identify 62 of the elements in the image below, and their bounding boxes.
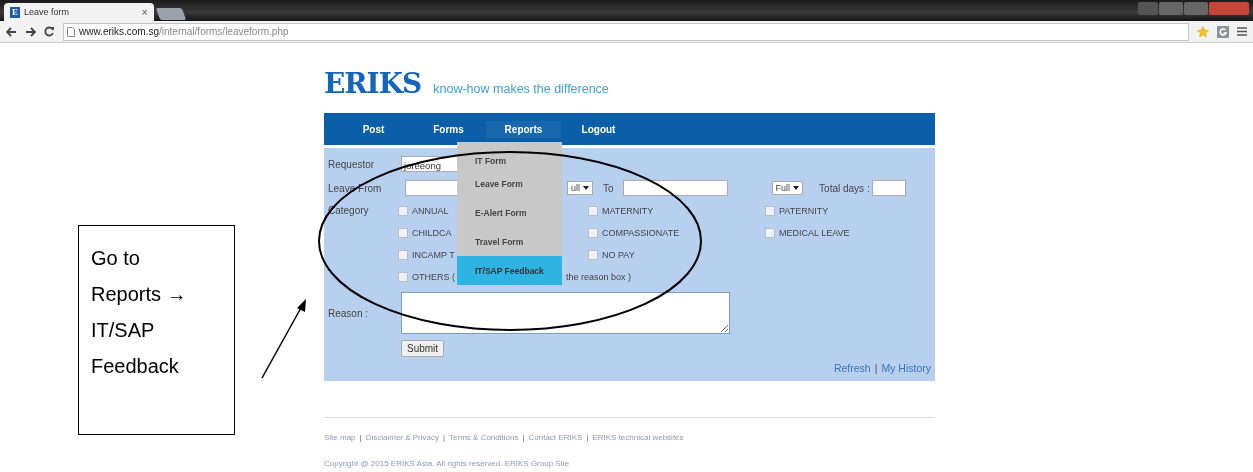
submit-button[interactable]: Submit	[401, 339, 445, 357]
back-icon[interactable]	[6, 26, 17, 37]
checkbox[interactable]	[398, 228, 408, 238]
company-logo: ERIKS	[324, 69, 422, 99]
extension-icon[interactable]	[1217, 25, 1229, 38]
nav-link[interactable]: Reports	[486, 120, 561, 138]
checkbox-label[interactable]: COMPASSIONATE	[602, 228, 680, 238]
maximize-button[interactable]	[1184, 2, 1208, 15]
page-icon	[67, 26, 75, 37]
separator: |	[874, 362, 878, 374]
new-tab-button[interactable]	[155, 8, 187, 20]
total-days-field[interactable]	[871, 180, 906, 196]
forward-icon[interactable]	[25, 26, 36, 37]
copyright-text: Copyright @ 2015 ERIKS Asia. All rights reserved. ERIKS Group Site	[324, 459, 571, 468]
checkbox-label[interactable]: INCAMP T	[412, 250, 455, 260]
menu-item[interactable]: Leave Form	[457, 169, 562, 198]
checkbox[interactable]	[765, 206, 775, 216]
menu-item[interactable]: IT/SAP Feedback	[457, 256, 562, 285]
close-button[interactable]	[1209, 2, 1249, 15]
reload-icon[interactable]	[44, 26, 55, 37]
checkbox[interactable]	[398, 250, 408, 260]
date-field[interactable]	[622, 180, 728, 196]
separator: |	[443, 433, 446, 442]
field-label: Reason :	[328, 307, 370, 319]
session-select[interactable]: ull	[567, 181, 593, 195]
separator: |	[586, 433, 589, 442]
checkbox-label[interactable]: NO PAY	[602, 250, 635, 260]
url-text: www.eriks.com.sg/internal/forms/leaveform.php	[79, 26, 289, 37]
separator: |	[522, 433, 525, 442]
checkbox-label[interactable]: ANNUAL	[412, 206, 449, 216]
checkbox[interactable]	[398, 272, 408, 282]
minimize-button[interactable]	[1159, 2, 1183, 15]
reason-field[interactable]	[401, 292, 730, 334]
checkbox-label[interactable]: CHILDCA	[412, 228, 452, 238]
tab-title: Leave form	[24, 7, 71, 17]
checkbox[interactable]	[588, 250, 598, 260]
browser-tab[interactable]: E Leave form ×	[4, 3, 154, 21]
tab-close-button[interactable]: ×	[141, 6, 148, 18]
checkbox-label: the reason box )	[566, 272, 632, 282]
menu-item[interactable]: Travel Form	[457, 227, 562, 256]
nav-link[interactable]: Logout	[561, 120, 636, 138]
checkbox-label[interactable]: PATERNITY	[779, 206, 829, 216]
address-bar[interactable]: www.eriks.com.sg/internal/forms/leaveform.php	[63, 22, 1189, 41]
field-label: To	[603, 182, 614, 194]
field-label: Total days :	[819, 182, 870, 194]
nav-link[interactable]: Post	[336, 120, 411, 138]
checkbox[interactable]	[398, 206, 408, 216]
checkbox[interactable]	[588, 206, 598, 216]
star-icon[interactable]	[1197, 25, 1209, 38]
menu-item[interactable]: E-Alert Form	[457, 198, 562, 227]
field-label: Requestor	[328, 158, 376, 170]
callout-text: Go to Reports → IT/SAP Feedback	[78, 225, 235, 435]
checkbox-label[interactable]: MATERNITY	[602, 206, 654, 216]
checkbox[interactable]	[765, 228, 775, 238]
nav-link[interactable]: Forms	[411, 120, 486, 138]
session-select[interactable]: Full	[771, 181, 804, 195]
menu-icon[interactable]	[1237, 27, 1247, 36]
tagline: know-how makes the difference	[433, 82, 609, 96]
separator: |	[359, 433, 362, 442]
favicon-icon: E	[10, 6, 20, 18]
checkbox[interactable]	[588, 228, 598, 238]
checkbox-label[interactable]: MEDICAL LEAVE	[779, 228, 850, 238]
